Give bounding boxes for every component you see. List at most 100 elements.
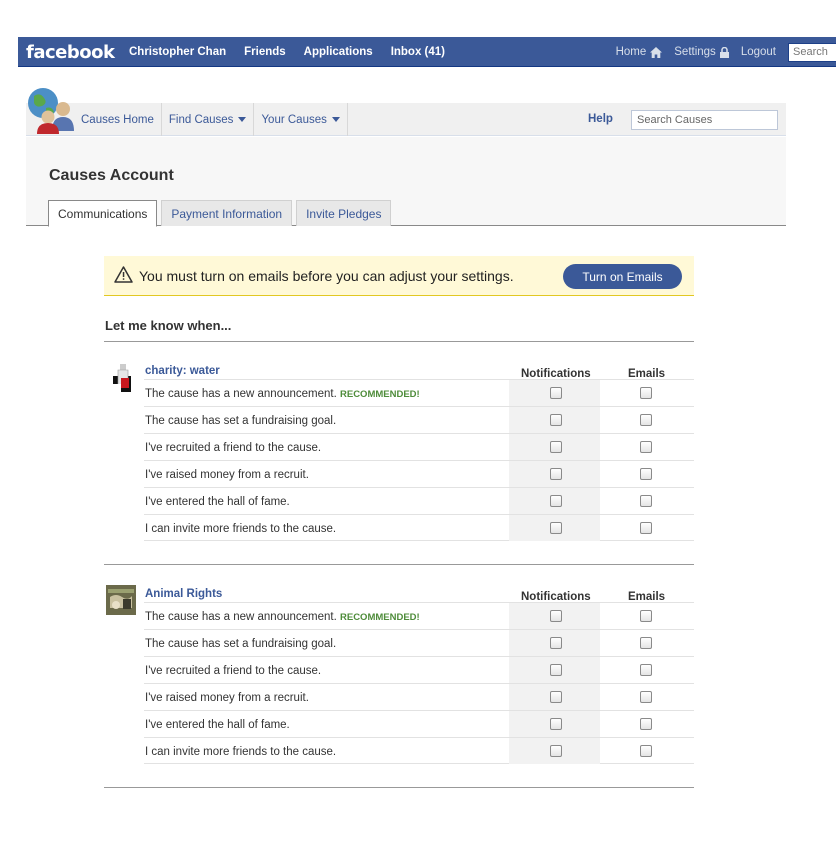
home-link[interactable]: Home	[616, 46, 663, 58]
house-icon	[650, 46, 663, 58]
email-checkbox[interactable]	[640, 387, 652, 399]
lock-icon	[719, 46, 729, 58]
cause-name-link[interactable]: charity: water	[145, 365, 220, 377]
settings-label: Settings	[674, 46, 716, 58]
page-title: Causes Account	[49, 167, 174, 184]
notification-checkbox[interactable]	[550, 522, 562, 534]
row-text: I've raised money from a recruit.	[145, 469, 309, 481]
nav-friends-link[interactable]: Friends	[244, 46, 286, 58]
causes-app-header: Causes Home Find Causes Your Causes Help…	[26, 103, 786, 136]
nav-applications-link[interactable]: Applications	[304, 46, 373, 58]
email-checkbox[interactable]	[640, 691, 652, 703]
recommended-badge: RECOMMENDED!	[340, 612, 420, 623]
notification-checkbox[interactable]	[550, 718, 562, 730]
settings-link[interactable]: Settings	[674, 46, 729, 58]
notification-checkbox[interactable]	[550, 664, 562, 676]
email-checkbox[interactable]	[640, 414, 652, 426]
notification-checkbox[interactable]	[550, 495, 562, 507]
animal-rights-logo[interactable]	[106, 585, 136, 615]
facebook-top-bar: facebook Christopher Chan Friends Applic…	[18, 37, 836, 67]
preference-row: I've recruited a friend to the cause.	[144, 433, 694, 460]
preference-row: I've recruited a friend to the cause.	[144, 656, 694, 683]
email-checkbox[interactable]	[640, 745, 652, 757]
preference-row: I can invite more friends to the cause.	[144, 737, 694, 764]
your-causes-label: Your Causes	[261, 113, 327, 126]
row-text: The cause has set a fundraising goal.	[145, 638, 337, 650]
notification-checkbox[interactable]	[550, 691, 562, 703]
email-checkbox[interactable]	[640, 495, 652, 507]
row-text: I can invite more friends to the cause.	[145, 523, 337, 535]
causes-logo-icon[interactable]	[26, 86, 76, 136]
help-link[interactable]: Help	[588, 113, 613, 125]
preference-row: I've raised money from a recruit.	[144, 460, 694, 487]
email-warning-banner: You must turn on emails before you can a…	[104, 256, 694, 296]
tab-invite-pledges[interactable]: Invite Pledges	[296, 200, 392, 226]
row-text: I've raised money from a recruit.	[145, 692, 309, 704]
email-checkbox[interactable]	[640, 718, 652, 730]
causes-nav: Causes Home Find Causes Your Causes	[74, 103, 348, 136]
preference-row: The cause has set a fundraising goal.	[144, 629, 694, 656]
recommended-badge: RECOMMENDED!	[340, 389, 420, 400]
preference-row: I've raised money from a recruit.	[144, 683, 694, 710]
search-causes-input[interactable]: Search Causes	[631, 110, 778, 130]
charity-water-logo[interactable]	[106, 362, 136, 392]
your-causes-menu[interactable]: Your Causes	[254, 103, 348, 136]
causes-home-label: Causes Home	[81, 113, 154, 126]
notification-checkbox[interactable]	[550, 468, 562, 480]
preference-row: I've entered the hall of fame.	[144, 710, 694, 737]
account-area: Causes Account Communications Payment In…	[26, 137, 786, 227]
chevron-down-icon	[331, 117, 340, 122]
home-label: Home	[615, 46, 647, 58]
preference-row: The cause has a new announcement. RECOMM…	[144, 379, 694, 406]
email-checkbox[interactable]	[640, 637, 652, 649]
nav-profile-link[interactable]: Christopher Chan	[129, 46, 226, 58]
row-text: I've entered the hall of fame.	[145, 719, 290, 731]
account-tabs: Communications Payment Information Invit…	[48, 200, 392, 227]
notification-checkbox[interactable]	[550, 637, 562, 649]
row-label: The cause has a new announcement. RECOMM…	[145, 611, 420, 623]
chevron-down-icon	[238, 117, 247, 122]
notification-checkbox[interactable]	[550, 387, 562, 399]
email-checkbox[interactable]	[640, 468, 652, 480]
top-right-nav: Home Settings Logout Search	[616, 37, 836, 67]
find-causes-menu[interactable]: Find Causes	[162, 103, 255, 136]
notification-checkbox[interactable]	[550, 441, 562, 453]
tab-payment-information[interactable]: Payment Information	[161, 200, 293, 226]
notification-checkbox[interactable]	[550, 745, 562, 757]
row-text: The cause has a new announcement.	[145, 388, 337, 400]
logout-link[interactable]: Logout	[741, 46, 776, 58]
section-title: Let me know when...	[105, 318, 232, 333]
preference-row: The cause has set a fundraising goal.	[144, 406, 694, 433]
find-causes-label: Find Causes	[168, 113, 234, 126]
tab-communications[interactable]: Communications	[48, 200, 158, 227]
row-text: I've recruited a friend to the cause.	[145, 442, 322, 454]
row-text: I've entered the hall of fame.	[145, 496, 290, 508]
warning-text: You must turn on emails before you can a…	[139, 268, 514, 284]
preference-rows: The cause has a new announcement. RECOMM…	[144, 602, 694, 764]
row-text: The cause has set a fundraising goal.	[145, 415, 337, 427]
warning-icon	[114, 266, 133, 283]
email-checkbox[interactable]	[640, 610, 652, 622]
row-text: The cause has a new announcement.	[145, 611, 337, 623]
notification-checkbox[interactable]	[550, 414, 562, 426]
preference-rows: The cause has a new announcement. RECOMM…	[144, 379, 694, 541]
turn-on-emails-button[interactable]: Turn on Emails	[563, 264, 682, 289]
email-checkbox[interactable]	[640, 664, 652, 676]
causes-home-link[interactable]: Causes Home	[74, 103, 162, 136]
nav-inbox-link[interactable]: Inbox (41)	[391, 46, 445, 58]
divider	[104, 564, 694, 565]
row-label: The cause has a new announcement. RECOMM…	[145, 388, 420, 400]
preference-row: I've entered the hall of fame.	[144, 487, 694, 514]
preference-row: The cause has a new announcement. RECOMM…	[144, 602, 694, 629]
divider	[104, 787, 694, 788]
top-search-input[interactable]: Search	[788, 42, 836, 62]
cause-name-link[interactable]: Animal Rights	[145, 588, 222, 600]
top-nav: Christopher Chan Friends Applications In…	[129, 46, 463, 58]
facebook-logo[interactable]: facebook	[26, 42, 115, 63]
preference-row: I can invite more friends to the cause.	[144, 514, 694, 541]
email-checkbox[interactable]	[640, 441, 652, 453]
divider	[104, 341, 694, 342]
notification-checkbox[interactable]	[550, 610, 562, 622]
email-checkbox[interactable]	[640, 522, 652, 534]
row-text: I can invite more friends to the cause.	[145, 746, 337, 758]
